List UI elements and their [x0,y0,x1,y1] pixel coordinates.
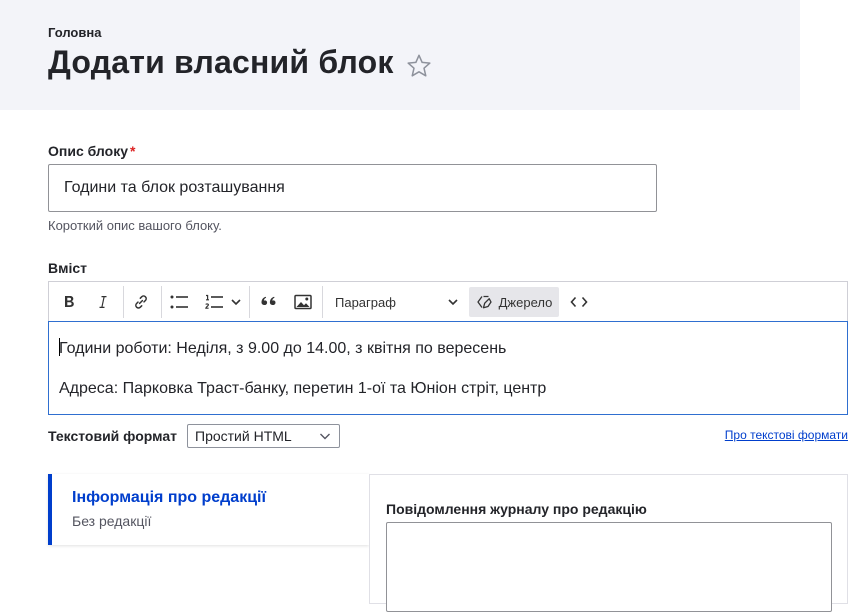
link-icon [135,295,147,309]
numbered-list-icon [205,294,223,309]
breadcrumb[interactable]: Головна [48,25,101,40]
text-format-select[interactable]: Простий HTML [187,424,340,448]
blockquote-icon [261,296,276,305]
chevron-down-icon [448,299,458,306]
toolbar-separator [249,286,250,318]
numbered-list-button[interactable] [199,287,247,317]
required-marker: * [129,143,136,159]
editor-paragraph[interactable]: Години роботи: Неділя, з 9.00 до 14.00, … [59,338,837,359]
code-block-icon [570,296,588,308]
heading-dropdown-value: Параграф [335,294,396,310]
bold-icon [65,296,74,307]
source-button-label: Джерело [498,294,553,310]
block-description-input[interactable]: Години та блок розташування [48,164,657,212]
link-button[interactable] [127,287,155,317]
revision-info-title: Інформація про редакції [72,489,266,506]
revision-info-summary: Без редакції [72,513,152,529]
revision-log-textarea[interactable] [386,522,832,612]
revision-info-tab[interactable]: Інформація про редакції Без редакції [48,474,369,545]
chevron-down-icon [231,299,241,306]
source-icon [476,295,492,309]
bold-button[interactable] [55,287,83,317]
toolbar-separator [322,286,323,318]
editor-paragraph[interactable]: Адреса: Парковка Траст-банку, перетин 1-… [59,379,837,399]
revision-panel: Повідомлення журналу про редакцію [369,474,848,612]
page-header: Головна Додати власний блок [0,0,800,110]
bulleted-list-icon [170,295,188,309]
image-icon [294,294,312,310]
toolbar-separator [161,286,162,318]
block-description-label: Опис блоку * [48,143,136,159]
page-title: Додати власний блок [48,44,394,80]
block-description-help: Короткий опис вашого блоку. [48,218,222,233]
text-formats-help-link[interactable]: Про текстові формати [725,428,848,442]
text-format-value: Простий HTML [195,428,292,444]
italic-button[interactable] [89,287,117,317]
text-format-label: Текстовий формат [48,428,177,444]
revision-log-label: Повідомлення журналу про редакцію [386,501,647,517]
italic-icon [99,296,107,308]
body-label: Вміст [48,260,87,276]
star-outline-icon[interactable] [405,52,433,80]
chevron-down-icon [320,433,330,440]
editor-toolbar: Параграф Джерело [48,281,848,321]
insert-image-button[interactable] [289,287,317,317]
bulleted-list-button[interactable] [165,287,193,317]
body-editor[interactable]: Години роботи: Неділя, з 9.00 до 14.00, … [48,321,848,415]
toolbar-separator [123,286,124,318]
heading-dropdown[interactable]: Параграф [329,287,461,317]
source-button[interactable]: Джерело [469,287,559,317]
code-block-button[interactable] [565,287,593,317]
blockquote-button[interactable] [255,287,283,317]
